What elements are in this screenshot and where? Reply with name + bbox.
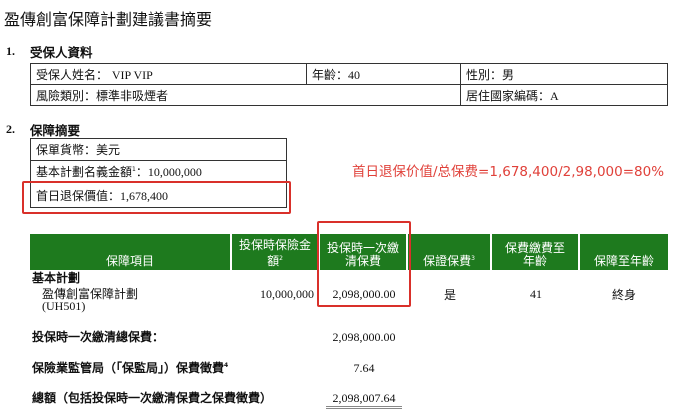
currency-label: 保單貨幣：: [36, 143, 97, 157]
header-cell: 保障至年齡: [593, 254, 654, 268]
plan-code: (UH501): [42, 299, 86, 313]
insured-info-table: 受保人姓名： VIP VIP 年齡：40 性別：男 風險類別：標準非吸煙者 居住…: [30, 63, 668, 106]
gender-label: 性別：: [466, 67, 503, 82]
name-value: VIP VIP: [111, 67, 153, 82]
header-cell: 保證保費3: [408, 234, 492, 270]
pay-to-age: 41: [530, 287, 542, 301]
age-value: 40: [348, 67, 361, 82]
country-value: A: [550, 88, 559, 103]
guaranteed-premium: 是: [443, 288, 456, 302]
risk-label: 風險類別：: [36, 88, 97, 103]
currency-value: 美元: [96, 143, 121, 157]
country-label: 居住國家編碼：: [466, 88, 551, 103]
page-title: 盈傳創富保障計劃建議書摘要: [4, 10, 213, 29]
levy-value: 7.64: [353, 361, 375, 375]
notional-value: 10,000,000: [147, 165, 202, 179]
risk-value: 標準非吸煙者: [96, 88, 169, 103]
premium: 2,098,000.00: [332, 287, 396, 301]
grand-total-label: 總額（包括投保時一次繳清保費之保費徵費）: [32, 391, 273, 405]
age-label: 年齡：: [312, 67, 349, 82]
total-premium-value: 2,098,000.00: [332, 330, 396, 344]
levy-label: 保險業監管局（「保監局」）保費徵費: [32, 361, 225, 375]
header-cell: 保費繳費至年齡: [492, 234, 580, 270]
notional-label: 基本計劃名義金額: [36, 165, 133, 179]
plan-group: 基本計劃: [32, 271, 81, 285]
grand-total-value: 2,098,007.64: [326, 391, 402, 409]
cover-to-age: 終身: [611, 288, 636, 302]
highlight-box: [22, 181, 291, 214]
section-number: 2.: [6, 122, 15, 136]
sum-insured: 10,000,000: [260, 287, 314, 301]
gender-value: 男: [502, 67, 515, 82]
colon: ：: [135, 165, 148, 179]
annotation-text: 首日退保价值/总保费=1,678,400/2,98,000=80%: [352, 164, 665, 180]
footnote-ref: 4: [224, 362, 229, 369]
section-heading: 受保人資料: [30, 45, 93, 60]
header-cell: 保障項目: [30, 234, 232, 270]
section-heading: 保障摘要: [30, 123, 81, 138]
total-premium-label: 投保時一次繳清總保費：: [32, 330, 165, 344]
name-label: 受保人姓名：: [36, 67, 109, 82]
section-number: 1.: [6, 44, 15, 58]
header-cell: 投保時保險金額2: [232, 234, 320, 270]
